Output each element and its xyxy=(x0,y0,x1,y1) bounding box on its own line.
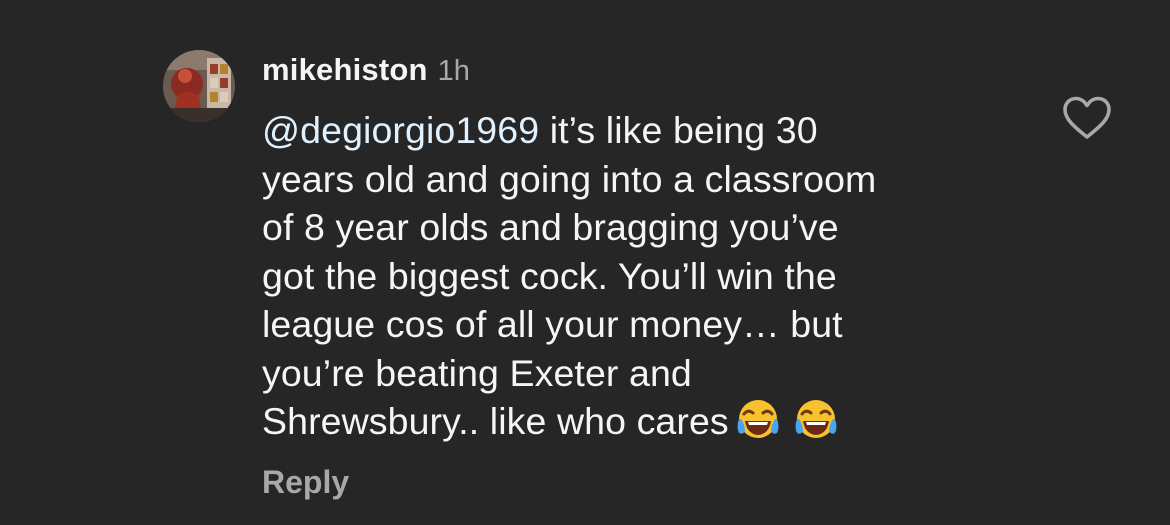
avatar[interactable] xyxy=(163,50,235,122)
comment-line: league cos of all your money… but xyxy=(262,303,843,345)
comment-line: years old and going into a classroom xyxy=(262,157,877,200)
comment-line-last: Shrewsbury.. like who cares xyxy=(262,397,1002,446)
comment-line: of 8 year olds and bragging you’ve xyxy=(262,206,839,248)
timestamp: 1h xyxy=(437,55,470,87)
username[interactable]: mikehiston xyxy=(262,52,428,88)
comment-line-text: Shrewsbury.. like who cares xyxy=(262,400,729,442)
comment-header: mikehiston 1h xyxy=(262,52,470,92)
reply-button[interactable]: Reply xyxy=(262,464,349,501)
comment-line: you’re beating Exeter and xyxy=(262,351,692,394)
comment-item: mikehiston 1h @degiorgio1969 it’s like b… xyxy=(0,0,1170,525)
face-with-tears-of-joy-icon xyxy=(735,397,781,443)
comment-line: @degiorgio1969 it’s like being 30 xyxy=(262,106,1002,155)
comment-line-text: it’s like being 30 xyxy=(539,109,818,151)
mention-link[interactable]: @degiorgio1969 xyxy=(262,109,539,151)
like-button[interactable] xyxy=(1062,96,1112,140)
comment-line: got the biggest cock. You’ll win the xyxy=(262,254,837,297)
heart-icon xyxy=(1063,96,1111,139)
face-with-tears-of-joy-icon xyxy=(793,397,839,443)
comment-text: @degiorgio1969 it’s like being 30 years … xyxy=(262,106,1002,446)
